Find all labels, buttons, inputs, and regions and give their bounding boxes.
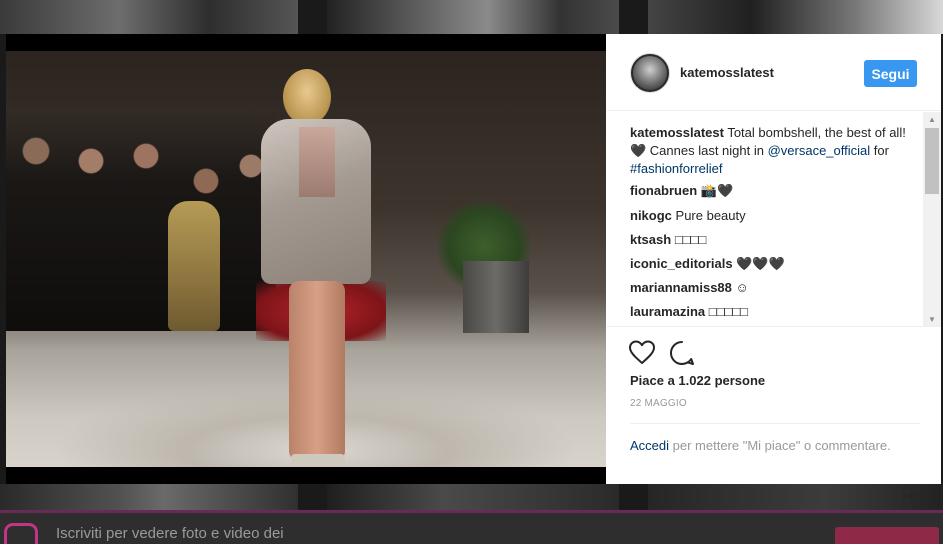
- grid-thumbnail[interactable]: [327, 484, 619, 510]
- comments-scrollbar[interactable]: ▲ ▼: [923, 112, 941, 326]
- more-options-button[interactable]: •••: [902, 487, 920, 503]
- scroll-down-icon[interactable]: ▼: [923, 312, 941, 326]
- comment-username[interactable]: iconic_editorials: [630, 256, 733, 271]
- comment-item: ktsash □□□□: [630, 231, 922, 249]
- caption-for-text: for: [870, 143, 889, 158]
- model-hair: [283, 69, 331, 125]
- grid-thumbnail[interactable]: [0, 0, 298, 34]
- signup-banner-text: Iscriviti per vedere foto e video dei: [56, 525, 284, 542]
- instagram-logo-icon: [4, 523, 38, 544]
- signup-button[interactable]: [835, 527, 939, 544]
- grid-thumbnail[interactable]: [648, 0, 943, 34]
- login-link[interactable]: Accedi: [630, 438, 669, 453]
- photo-audience: [6, 111, 276, 331]
- login-prompt-text: per mettere "Mi piace" o commentare.: [669, 438, 891, 453]
- likes-count[interactable]: Piace a 1.022 persone: [630, 373, 765, 388]
- grid-thumbnail[interactable]: [327, 0, 619, 34]
- comment-username[interactable]: fionabruen: [630, 183, 697, 198]
- photo-planter: [463, 261, 529, 333]
- comment-text: Pure beauty: [671, 208, 746, 223]
- comments-list: katemosslatest Total bombshell, the best…: [606, 112, 941, 326]
- heart-icon[interactable]: [628, 339, 656, 367]
- post-modal: katemosslatest Segui katemosslatest Tota…: [6, 34, 941, 503]
- avatar-image: [633, 56, 667, 90]
- scrollbar-thumb[interactable]: [925, 128, 939, 194]
- comment-text: □□□□□: [705, 304, 749, 319]
- comment-icon[interactable]: [668, 339, 696, 367]
- comment-item: iconic_editorials 🖤🖤🖤: [630, 255, 922, 273]
- comment-text: □□□□: [671, 232, 707, 247]
- comment-text: ☺: [731, 280, 749, 295]
- comment-text: 📸🖤: [697, 183, 734, 198]
- post-date[interactable]: 22 MAGGIO: [630, 398, 687, 409]
- post-photo[interactable]: [6, 51, 606, 467]
- comment-username[interactable]: ktsash: [630, 232, 671, 247]
- comment-item: fionabruen 📸🖤: [630, 182, 922, 200]
- scroll-up-icon[interactable]: ▲: [923, 112, 941, 126]
- post-username[interactable]: katemosslatest: [680, 65, 774, 80]
- grid-thumbnail[interactable]: [648, 484, 943, 510]
- post-actions: Piace a 1.022 persone 22 MAGGIO Accedi p…: [606, 326, 941, 503]
- photo-guest: [168, 201, 220, 331]
- comment-username[interactable]: mariannamiss88: [630, 280, 732, 295]
- avatar[interactable]: [630, 53, 670, 93]
- comment-item: lauramazina □□□□□: [630, 303, 922, 321]
- caption-username[interactable]: katemosslatest: [630, 125, 724, 140]
- photo-model: [261, 69, 371, 467]
- signup-banner: Iscriviti per vedere foto e video dei: [0, 510, 943, 544]
- comment-text: 🖤🖤🖤: [732, 256, 785, 271]
- comment-item: mariannamiss88 ☺: [630, 279, 922, 297]
- caption-hashtag-link[interactable]: #fashionforrelief: [630, 161, 723, 176]
- follow-button[interactable]: Segui: [864, 60, 917, 87]
- comment-username[interactable]: nikogc: [630, 208, 672, 223]
- login-prompt: Accedi per mettere "Mi piace" o commenta…: [630, 423, 920, 455]
- post-header: katemosslatest Segui: [606, 34, 941, 111]
- comment-item: nikogc Pure beauty: [630, 207, 922, 225]
- model-legs: [289, 281, 345, 461]
- model-shoes: [291, 454, 345, 467]
- model-lapel: [299, 127, 335, 197]
- caption: katemosslatest Total bombshell, the best…: [630, 124, 922, 178]
- caption-mention-link[interactable]: @versace_official: [768, 143, 871, 158]
- comment-username[interactable]: lauramazina: [630, 304, 705, 319]
- grid-thumbnail[interactable]: [0, 484, 298, 510]
- post-side-panel: katemosslatest Segui katemosslatest Tota…: [606, 34, 941, 503]
